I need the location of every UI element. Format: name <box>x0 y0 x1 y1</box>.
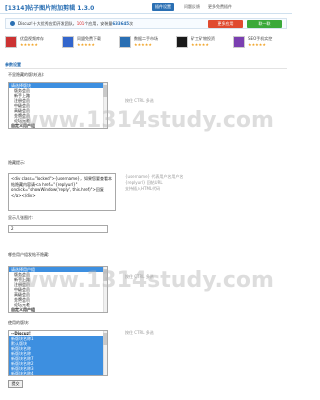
list-option[interactable]: 自定义用户组 <box>9 307 107 312</box>
app-icon <box>62 36 74 48</box>
group-select-label: 哪些用户组发帖不隐藏: <box>8 252 50 257</box>
more-apps-button[interactable]: 更多应用 <box>208 20 243 28</box>
top-bar: [1314]帖子图片附加剪辑 1.3.0 插件设置 问题反馈 更多免费插件 <box>0 0 292 14</box>
app-card[interactable]: 同盟免费下载 ★★★★★ <box>62 33 117 53</box>
tab-plugin-settings[interactable]: 插件设置 <box>152 3 174 11</box>
promo-banner: Discuz!十大优秀应用开发团队，101个应用，安装量633645次 更多应用… <box>5 18 287 29</box>
app-recommendations: 优盘视频库存 ★★★★★ 同盟免费下载 ★★★★★ 数据二手市场 ★★★★★ 矿… <box>5 33 287 53</box>
discuz-logo-icon <box>10 21 15 26</box>
app-icon <box>176 36 188 48</box>
count-label: 显示几张图片: <box>8 215 34 220</box>
count-input[interactable]: 2 <box>8 225 108 233</box>
plugin-title: [1314]帖子图片附加剪辑 1.3.0 <box>5 5 95 12</box>
template-label: 隐藏提示: <box>8 160 26 165</box>
tab-feedback[interactable]: 问题反馈 <box>181 3 203 11</box>
app-card[interactable]: 优盘视频库存 ★★★★★ <box>5 33 60 53</box>
app-icon <box>5 36 17 48</box>
template-textarea[interactable]: <div class="locked">{username}，如果您要查看本帖隐… <box>8 173 116 211</box>
app-card[interactable]: SEO手机实控 ★★★★★ <box>233 33 288 53</box>
rating-stars-icon: ★★★★★ <box>134 42 152 47</box>
rating-stars-icon: ★★★★★ <box>191 42 209 47</box>
scrollbar[interactable] <box>103 331 107 375</box>
board-select-label: 使用的版块: <box>8 320 30 325</box>
app-icon <box>119 36 131 48</box>
app-icon <box>233 36 245 48</box>
banner-text: Discuz!十大优秀应用开发团队，101个应用，安装量633645次 <box>18 21 134 26</box>
watermark: www.1314study.com <box>18 268 274 293</box>
rating-stars-icon: ★★★★★ <box>20 42 38 47</box>
template-hint: {username} 代表用户名用户名 {replyurl} 回帖URL 支持插… <box>125 174 184 191</box>
forum-select-hint: 按住 CTRL 多选 <box>125 98 154 103</box>
board-select-list[interactable]: --Discuz! 新版块名称1 默认版块 新版块名称 新版块名称 新版块名称7 新版块名称… <box>8 330 108 376</box>
app-card[interactable]: 矿工矿物投资 ★★★★★ <box>176 33 231 53</box>
tab-more-plugins[interactable]: 更多免费插件 <box>205 3 235 11</box>
rating-stars-icon: ★★★★★ <box>248 42 266 47</box>
rating-stars-icon: ★★★★★ <box>77 42 95 47</box>
app-card[interactable]: 数据二手市场 ★★★★★ <box>119 33 174 53</box>
divider <box>5 68 287 69</box>
submit-button[interactable]: 提交 <box>8 380 23 388</box>
watermark: www.1314study.com <box>18 108 274 133</box>
contact-button[interactable]: 联一联 <box>247 20 282 28</box>
forum-select-label: 不显隐藏的版块(选): <box>8 72 45 77</box>
board-select-hint: 按住 CTRL 多选 <box>125 330 154 335</box>
